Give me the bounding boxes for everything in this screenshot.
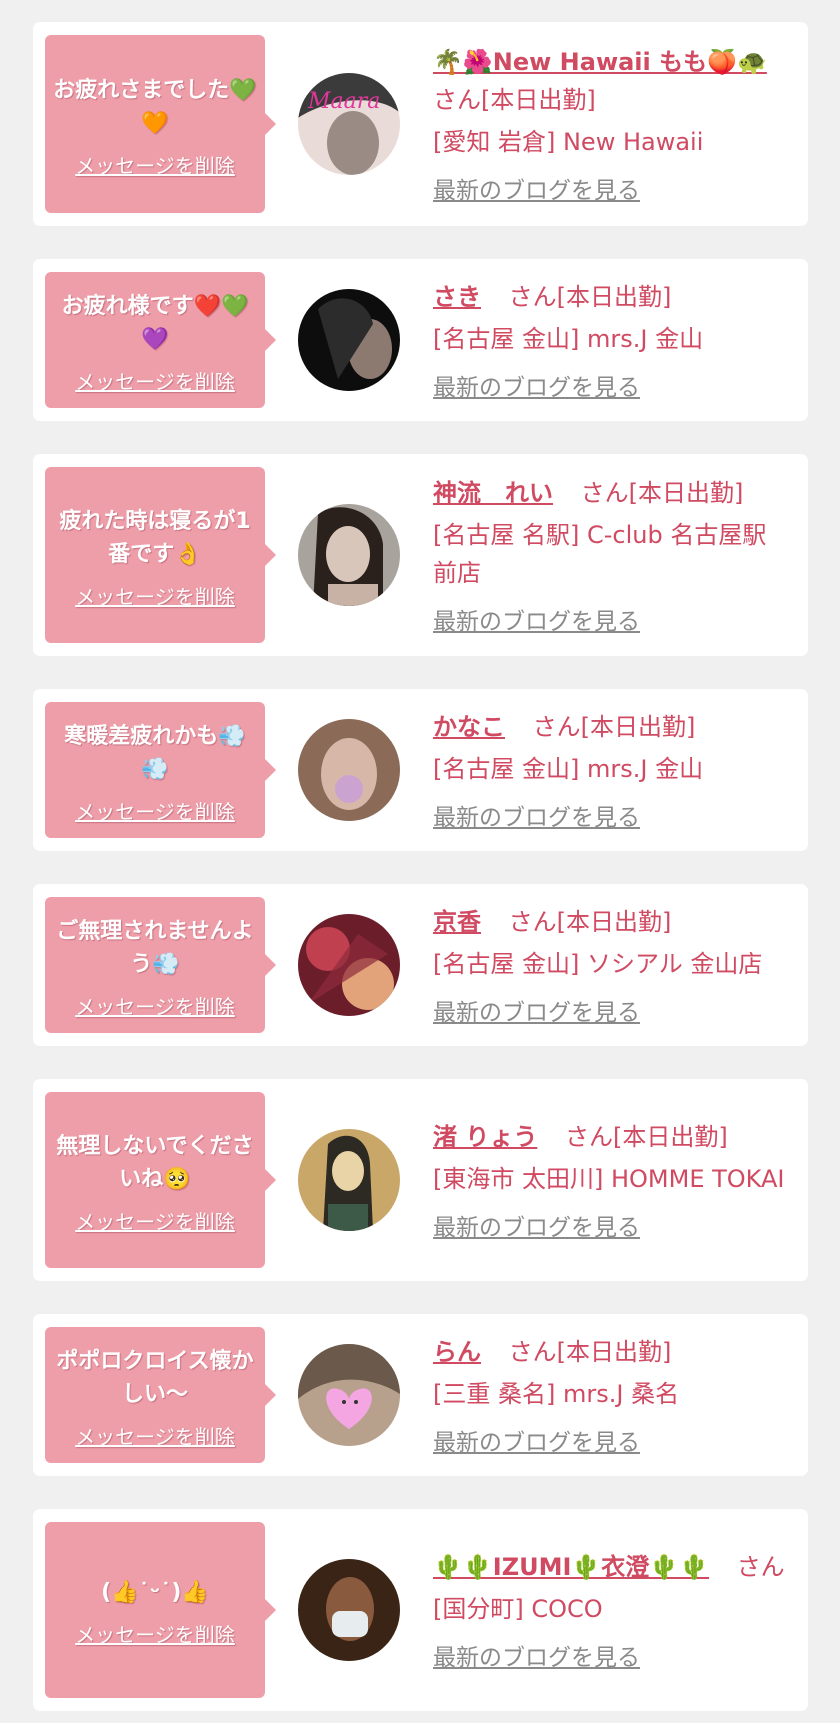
message-bubble: 無理しないでくださいね🥺 メッセージを削除: [45, 1092, 276, 1268]
cast-name-link[interactable]: 京香: [433, 908, 481, 936]
message-bubble: 疲れた時は寝るが1番です👌 メッセージを削除: [45, 467, 276, 643]
message-card: ご無理されませんよう💨 メッセージを削除 京香 さん[本日出勤] [名古屋 金山…: [33, 884, 808, 1046]
shop-label: [三重 桑名] mrs.J 桑名: [433, 1380, 680, 1408]
cast-suffix: さん[本日出勤]: [580, 479, 744, 507]
message-card: 疲れた時は寝るが1番です👌 メッセージを削除 神流 れい さん[本日出勤] [名…: [33, 454, 808, 656]
message-card: (👍˙ᵕ˙)👍 メッセージを削除 🌵🌵IZUMI🌵衣澄🌵🌵 さん [国分町] C…: [33, 1509, 808, 1711]
message-bubble: お疲れさまでした💚🧡 メッセージを削除: [45, 35, 276, 213]
message-text: ポポロクロイス懐かしい〜: [56, 1348, 254, 1407]
avatar[interactable]: [298, 1559, 400, 1661]
shop-label: [東海市 太田川] HOMME TOKAI: [433, 1165, 785, 1193]
delete-message-link[interactable]: メッセージを削除: [53, 1421, 257, 1450]
message-bubble: (👍˙ᵕ˙)👍 メッセージを削除: [45, 1522, 276, 1698]
svg-text:Maara: Maara: [307, 89, 380, 114]
delete-message-link[interactable]: メッセージを削除: [53, 796, 257, 825]
latest-blog-link[interactable]: 最新のブログを見る: [433, 798, 640, 832]
message-text: 疲れた時は寝るが1番です👌: [59, 508, 251, 567]
message-text: 寒暖差疲れかも💨💨: [64, 723, 246, 782]
latest-blog-link[interactable]: 最新のブログを見る: [433, 368, 640, 402]
cast-name-link[interactable]: らん: [433, 1338, 481, 1366]
cast-suffix: さん[本日出勤]: [565, 1123, 728, 1151]
delete-message-link[interactable]: メッセージを削除: [53, 366, 257, 395]
cast-name-link[interactable]: 🌵🌵IZUMI🌵衣澄🌵🌵: [433, 1553, 709, 1581]
shop-label: [名古屋 金山] ソシアル 金山店: [433, 950, 763, 978]
cast-suffix: さん[本日出勤]: [508, 908, 672, 936]
message-text: (👍˙ᵕ˙)👍: [101, 1580, 209, 1605]
cast-name-link[interactable]: 渚 りょう: [433, 1123, 537, 1151]
shop-label: [名古屋 名駅] C-club 名古屋駅前店: [433, 521, 767, 587]
latest-blog-link[interactable]: 最新のブログを見る: [433, 171, 640, 205]
message-card: ポポロクロイス懐かしい〜 メッセージを削除 らん さん[本日出勤] [三重 桑名…: [33, 1314, 808, 1476]
avatar[interactable]: [298, 289, 400, 391]
message-card: お疲れさまでした💚🧡 メッセージを削除 Maara 🌴🌺New Hawaii も…: [33, 22, 808, 226]
message-card: 寒暖差疲れかも💨💨 メッセージを削除 かなこ さん[本日出勤] [名古屋 金山]…: [33, 689, 808, 851]
cast-info: 🌵🌵IZUMI🌵衣澄🌵🌵 さん [国分町] COCO 最新のブログを見る: [433, 1548, 796, 1672]
cast-name-link[interactable]: 神流 れい: [433, 479, 553, 507]
cast-info: さき さん[本日出勤] [名古屋 金山] mrs.J 金山 最新のブログを見る: [433, 278, 796, 402]
cast-suffix: さん[本日出勤]: [508, 283, 672, 311]
latest-blog-link[interactable]: 最新のブログを見る: [433, 1208, 640, 1242]
latest-blog-link[interactable]: 最新のブログを見る: [433, 1638, 640, 1672]
cast-name-link[interactable]: さき: [433, 283, 481, 311]
message-bubble: 寒暖差疲れかも💨💨 メッセージを削除: [45, 702, 276, 838]
delete-message-link[interactable]: メッセージを削除: [53, 991, 257, 1020]
cast-info: 神流 れい さん[本日出勤] [名古屋 名駅] C-club 名古屋駅前店 最新…: [433, 474, 796, 636]
cast-suffix: さん: [736, 1553, 785, 1581]
cast-suffix: さん[本日出勤]: [508, 1338, 672, 1366]
cast-info: かなこ さん[本日出勤] [名古屋 金山] mrs.J 金山 最新のブログを見る: [433, 708, 796, 832]
cast-info: 渚 りょう さん[本日出勤] [東海市 太田川] HOMME TOKAI 最新の…: [433, 1118, 796, 1242]
shop-label: [名古屋 金山] mrs.J 金山: [433, 755, 704, 783]
delete-message-link[interactable]: メッセージを削除: [53, 1206, 257, 1235]
delete-message-link[interactable]: メッセージを削除: [53, 581, 257, 610]
message-card: 無理しないでくださいね🥺 メッセージを削除 渚 りょう さん[本日出勤] [東海…: [33, 1079, 808, 1281]
avatar[interactable]: [298, 1344, 400, 1446]
cast-name-link[interactable]: かなこ: [433, 713, 505, 741]
shop-label: [愛知 岩倉] New Hawaii: [433, 128, 704, 156]
message-card: お疲れ様です❤️💚💜 メッセージを削除 さき さん[本日出勤] [名古屋 金山]…: [33, 259, 808, 421]
avatar[interactable]: [298, 719, 400, 821]
message-text: ご無理されませんよう💨: [56, 918, 254, 977]
message-bubble: ポポロクロイス懐かしい〜 メッセージを削除: [45, 1327, 276, 1463]
avatar[interactable]: Maara: [298, 73, 400, 175]
message-text: お疲れさまでした💚🧡: [53, 77, 257, 136]
shop-label: [名古屋 金山] mrs.J 金山: [433, 325, 704, 353]
cast-info: らん さん[本日出勤] [三重 桑名] mrs.J 桑名 最新のブログを見る: [433, 1333, 796, 1457]
latest-blog-link[interactable]: 最新のブログを見る: [433, 993, 640, 1027]
latest-blog-link[interactable]: 最新のブログを見る: [433, 602, 640, 636]
message-list: お疲れさまでした💚🧡 メッセージを削除 Maara 🌴🌺New Hawaii も…: [0, 0, 840, 1711]
avatar[interactable]: [298, 504, 400, 606]
latest-blog-link[interactable]: 最新のブログを見る: [433, 1423, 640, 1457]
delete-message-link[interactable]: メッセージを削除: [53, 150, 257, 179]
avatar[interactable]: [298, 914, 400, 1016]
message-text: 無理しないでくださいね🥺: [56, 1133, 254, 1192]
message-bubble: お疲れ様です❤️💚💜 メッセージを削除: [45, 272, 276, 408]
avatar[interactable]: [298, 1129, 400, 1231]
message-bubble: ご無理されませんよう💨 メッセージを削除: [45, 897, 276, 1033]
delete-message-link[interactable]: メッセージを削除: [53, 1619, 257, 1648]
cast-suffix: さん[本日出勤]: [433, 86, 596, 114]
cast-info: 京香 さん[本日出勤] [名古屋 金山] ソシアル 金山店 最新のブログを見る: [433, 903, 796, 1027]
message-text: お疲れ様です❤️💚💜: [61, 293, 249, 352]
cast-suffix: さん[本日出勤]: [532, 713, 696, 741]
cast-info: 🌴🌺New Hawaii もも🍑🐢 さん[本日出勤] [愛知 岩倉] New H…: [433, 43, 796, 205]
shop-label: [国分町] COCO: [433, 1595, 603, 1623]
cast-name-link[interactable]: 🌴🌺New Hawaii もも🍑🐢: [433, 48, 767, 76]
